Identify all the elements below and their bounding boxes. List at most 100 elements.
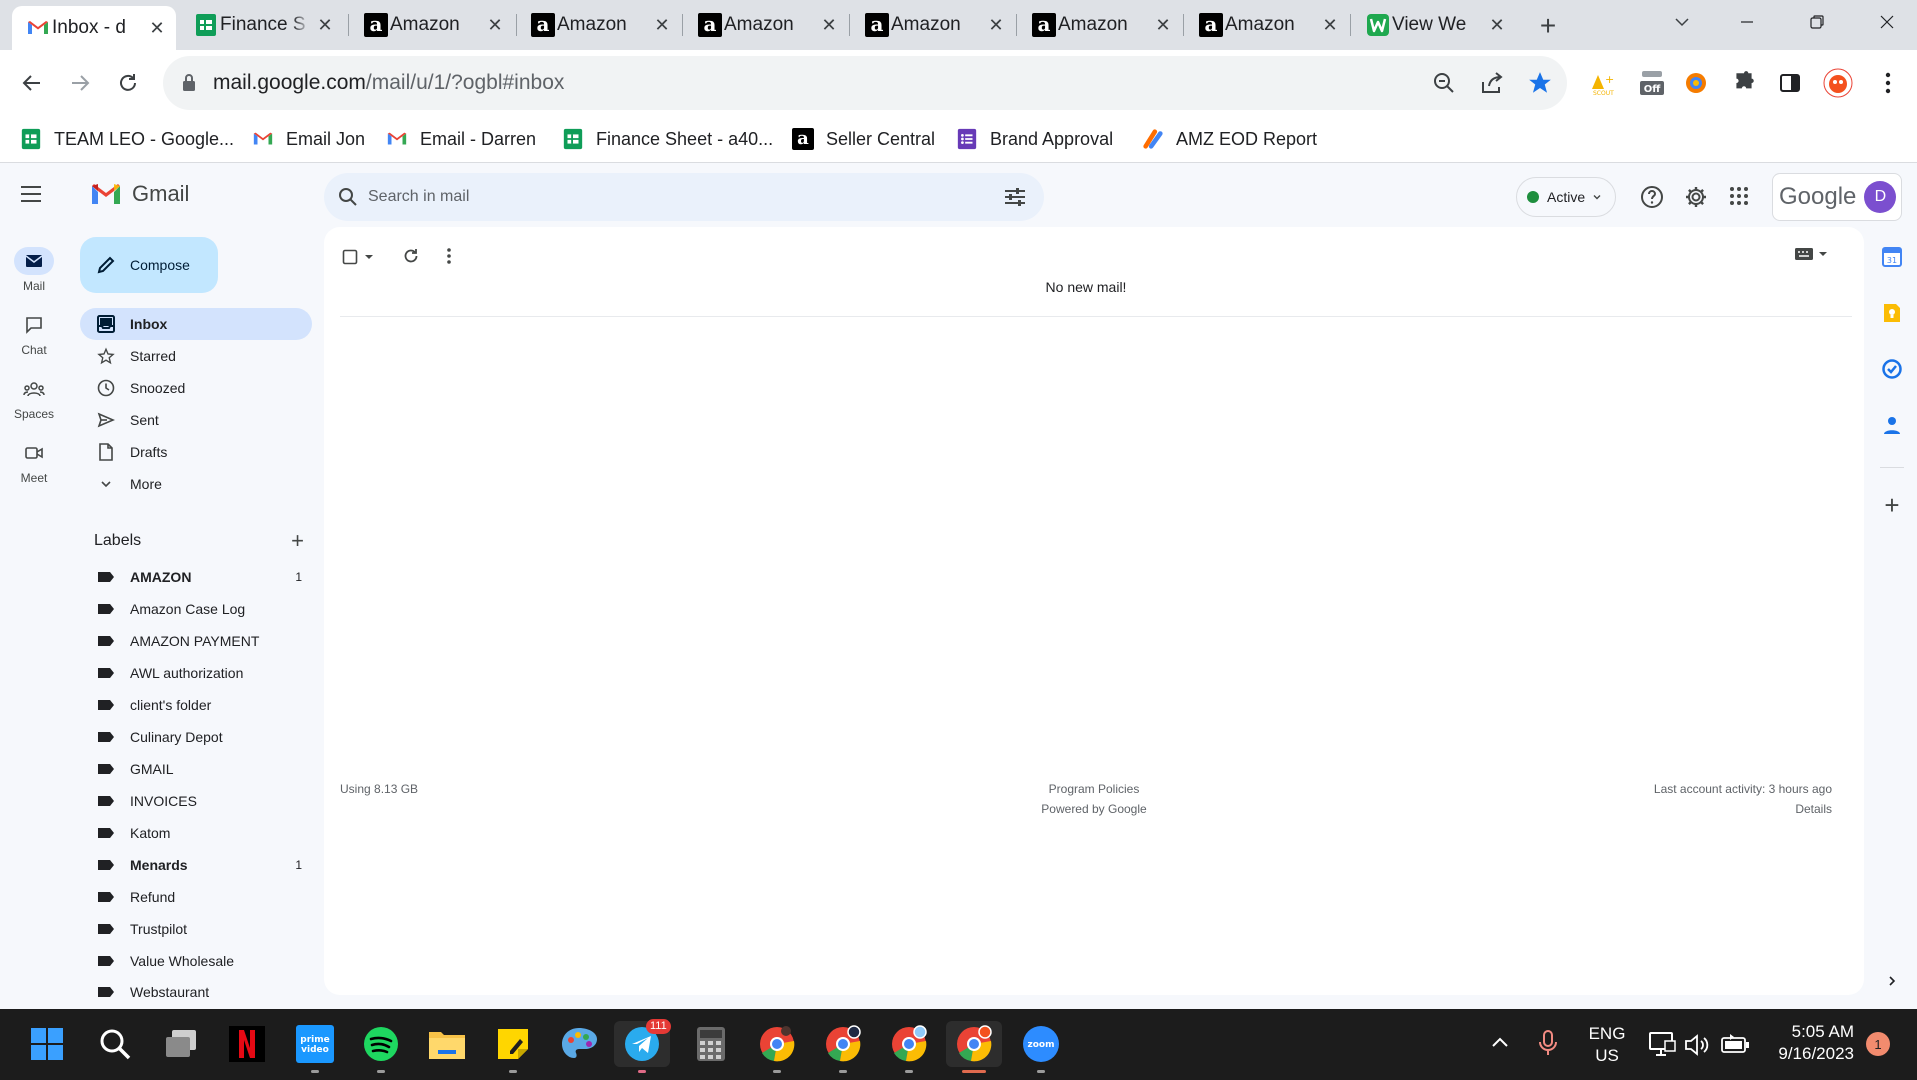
microphone-icon[interactable]: [1538, 1029, 1558, 1057]
start-icon[interactable]: [24, 1021, 70, 1067]
search-icon[interactable]: [338, 187, 358, 207]
search-options-icon[interactable]: [1004, 187, 1026, 207]
rail-meet[interactable]: Meet: [0, 439, 68, 485]
chrome-icon[interactable]: [886, 1021, 932, 1073]
bookmark-star-icon[interactable]: [1527, 70, 1553, 96]
gmail-logo[interactable]: Gmail: [90, 181, 189, 207]
bookmark-finance-sheet[interactable]: Finance Sheet - a40...: [562, 116, 773, 162]
bookmark-team-leo[interactable]: TEAM LEO - Google...: [20, 116, 234, 162]
side-panel-icon[interactable]: [1772, 65, 1808, 101]
chrome-icon[interactable]: [820, 1021, 866, 1073]
bookmark-amz-eod[interactable]: AMZ EOD Report: [1142, 116, 1317, 162]
share-icon[interactable]: [1479, 70, 1505, 96]
status-dropdown[interactable]: Active: [1516, 177, 1616, 217]
battery-icon[interactable]: [1720, 1033, 1750, 1055]
label-trustpilot[interactable]: Trustpilot: [80, 913, 312, 945]
contacts-icon[interactable]: [1880, 413, 1904, 437]
close-window-button[interactable]: [1862, 0, 1912, 44]
search-icon[interactable]: [92, 1021, 138, 1067]
more-options-button[interactable]: [446, 247, 452, 265]
tab-view-we[interactable]: View We ✕: [1352, 8, 1516, 42]
search-bar[interactable]: [324, 173, 1044, 221]
restore-button[interactable]: [1792, 0, 1842, 44]
lock-icon[interactable]: [181, 73, 197, 93]
label-webstaurant[interactable]: Webstaurant: [80, 977, 312, 1007]
label-gmail[interactable]: GMAIL: [80, 753, 312, 785]
prime-video-icon[interactable]: prime video: [292, 1021, 338, 1073]
volume-icon[interactable]: [1684, 1033, 1710, 1057]
rail-chat[interactable]: Chat: [0, 311, 68, 357]
spotify-icon[interactable]: [358, 1021, 404, 1073]
sticky-notes-icon[interactable]: [490, 1021, 536, 1073]
file-explorer-icon[interactable]: [424, 1021, 470, 1067]
tab-amazon-2[interactable]: a Amazon ✕: [517, 8, 681, 42]
select-all-checkbox[interactable]: [342, 249, 374, 265]
off-extension-icon[interactable]: Off: [1634, 65, 1670, 101]
label-amazon[interactable]: AMAZON 1: [80, 561, 312, 593]
close-icon[interactable]: ✕: [1319, 14, 1341, 36]
profile-avatar-icon[interactable]: [1820, 65, 1856, 101]
label-refund[interactable]: Refund: [80, 881, 312, 913]
main-menu-button[interactable]: [20, 185, 42, 203]
tab-finance[interactable]: Finance S ✕: [180, 8, 344, 42]
tab-inbox[interactable]: Inbox - d ✕: [12, 6, 176, 50]
bookmark-email-jon[interactable]: Email Jon: [252, 116, 365, 162]
bookmark-email-darren[interactable]: Email - Darren: [386, 116, 536, 162]
label-clients-folder[interactable]: client's folder: [80, 689, 312, 721]
nav-more[interactable]: More: [80, 468, 312, 500]
close-icon[interactable]: ✕: [985, 14, 1007, 36]
colorful-extension-icon[interactable]: [1678, 65, 1714, 101]
details-link[interactable]: Details: [1424, 802, 1832, 816]
zoom-icon[interactable]: zoom: [1018, 1021, 1064, 1073]
label-menards[interactable]: Menards 1: [80, 849, 312, 881]
tab-amazon-4[interactable]: a Amazon ✕: [851, 8, 1015, 42]
task-view-icon[interactable]: [158, 1021, 204, 1067]
nav-snoozed[interactable]: Snoozed: [80, 372, 312, 404]
nav-starred[interactable]: Starred: [80, 340, 312, 372]
calculator-icon[interactable]: [688, 1021, 734, 1067]
label-katom[interactable]: Katom: [80, 817, 312, 849]
extensions-icon[interactable]: [1726, 65, 1762, 101]
search-input[interactable]: [368, 173, 968, 221]
keep-icon[interactable]: [1880, 301, 1904, 325]
netflix-icon[interactable]: [224, 1021, 270, 1067]
close-icon[interactable]: ✕: [314, 14, 336, 36]
forward-button[interactable]: [62, 65, 98, 101]
bookmark-brand-approval[interactable]: Brand Approval: [956, 116, 1113, 162]
add-label-button[interactable]: +: [291, 530, 304, 552]
input-language[interactable]: ENG US: [1582, 1023, 1632, 1067]
label-amazon-payment[interactable]: AMAZON PAYMENT: [80, 625, 312, 657]
telegram-icon[interactable]: 111: [614, 1019, 671, 1073]
close-icon[interactable]: ✕: [651, 14, 673, 36]
paint-icon[interactable]: [556, 1021, 602, 1067]
reload-button[interactable]: [110, 65, 146, 101]
refresh-button[interactable]: [402, 247, 420, 265]
tab-amazon-5[interactable]: a Amazon ✕: [1018, 8, 1182, 42]
help-button[interactable]: [1640, 185, 1664, 209]
close-icon[interactable]: ✕: [818, 14, 840, 36]
apps-button[interactable]: [1728, 185, 1750, 207]
address-bar[interactable]: mail.google.com/mail/u/1/?ogbl#inbox: [163, 56, 1567, 110]
scout-extension-icon[interactable]: + SCOUT: [1584, 65, 1620, 101]
tab-amazon-6[interactable]: a Amazon ✕: [1185, 8, 1349, 42]
nav-sent[interactable]: Sent: [80, 404, 312, 436]
show-hidden-icons-button[interactable]: [1490, 1033, 1510, 1053]
avatar[interactable]: D: [1864, 181, 1897, 213]
notification-count-badge[interactable]: 1: [1866, 1032, 1890, 1056]
zoom-icon[interactable]: [1431, 70, 1457, 96]
hide-side-panel-button[interactable]: [1880, 969, 1904, 993]
nav-inbox[interactable]: Inbox: [80, 308, 312, 340]
tab-amazon-1[interactable]: a Amazon ✕: [350, 8, 514, 42]
more-vert-icon[interactable]: [1870, 65, 1906, 101]
network-icon[interactable]: [1648, 1031, 1676, 1057]
account-switcher[interactable]: Google D: [1772, 173, 1902, 221]
input-tools-button[interactable]: [1794, 247, 1828, 261]
compose-button[interactable]: Compose: [80, 237, 218, 293]
bookmark-seller-central[interactable]: a Seller Central: [792, 116, 935, 162]
settings-button[interactable]: [1684, 185, 1708, 209]
tab-amazon-3[interactable]: a Amazon ✕: [684, 8, 848, 42]
label-culinary-depot[interactable]: Culinary Depot: [80, 721, 312, 753]
close-icon[interactable]: ✕: [146, 17, 168, 39]
calendar-icon[interactable]: 31: [1880, 245, 1904, 269]
tasks-icon[interactable]: [1880, 357, 1904, 381]
